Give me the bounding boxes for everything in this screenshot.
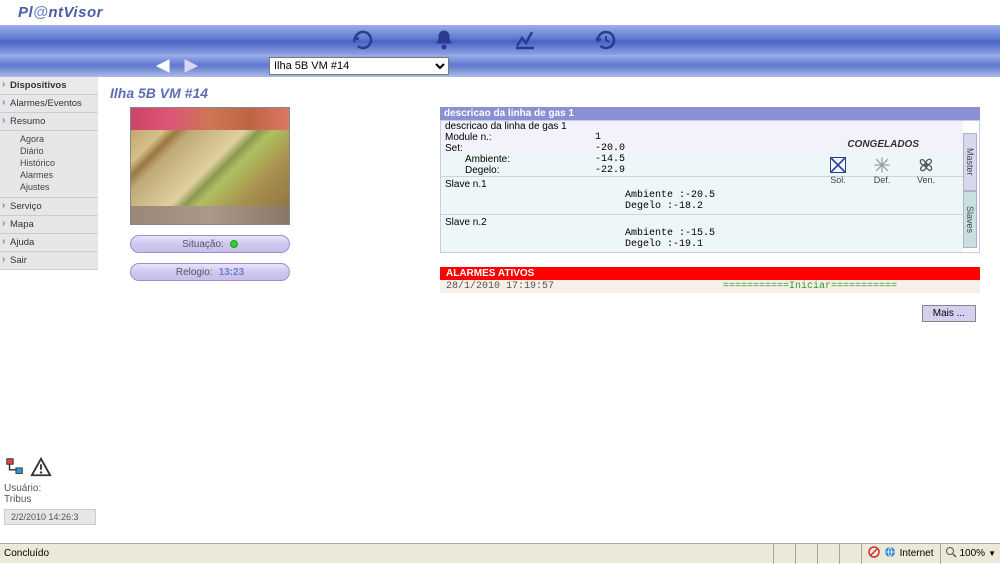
def-icon[interactable]: Def. [867, 155, 897, 185]
network-icon [4, 456, 26, 481]
device-summary-col: Situação: Relogio: 13:23 [130, 107, 290, 281]
set-label: Set: [445, 143, 595, 154]
logo-pre: Pl [18, 4, 33, 21]
sidebar-item-resumo[interactable]: Resumo [0, 113, 98, 131]
browser-statusbar: Concluído Internet 100% ▼ [0, 543, 1000, 563]
slave-2-block: Slave n.2 Ambiente :-15.5 Degelo :-19.1 [441, 214, 963, 252]
refresh-icon[interactable] [350, 27, 376, 53]
globe-icon [884, 546, 896, 561]
app-logo: Pl@ntVisor [0, 4, 103, 21]
user-panel: Usuário: Tribus 2/2/2010 14:26:3 [4, 456, 96, 525]
status-dot-icon [230, 240, 238, 248]
panel-header: descricao da linha de gas 1 [440, 107, 980, 120]
module-value: 1 [595, 132, 715, 143]
clock-label: Relogio: [176, 267, 213, 278]
chevron-down-icon[interactable]: ▼ [988, 549, 996, 558]
deg-value: -22.9 [595, 165, 715, 176]
slave-1-amb: Ambiente :-20.5 [625, 190, 959, 201]
blocked-icon [868, 546, 880, 561]
zoom-icon [945, 546, 957, 561]
user-name: Tribus [4, 494, 96, 505]
main-content: Ilha 5B VM #14 Situação: Relogio: 13:23 … [100, 77, 998, 541]
clock-value: 13:23 [219, 267, 245, 278]
user-timestamp: 2/2/2010 14:26:3 [4, 509, 96, 525]
amb-label: Ambiente: [445, 154, 595, 165]
bell-icon[interactable] [431, 27, 457, 53]
alarm-panel: ALARMES ATIVOS 28/1/2010 17:19:57 ======… [440, 267, 980, 293]
chart-icon[interactable] [512, 27, 538, 53]
status-cell [817, 544, 839, 564]
nav-row: Ilha 5B VM #14 [0, 55, 1000, 77]
page-title: Ilha 5B VM #14 [110, 85, 988, 101]
sidebar-item-mapa[interactable]: Mapa [0, 216, 98, 234]
warning-icon [30, 456, 52, 481]
ven-icon[interactable]: Ven. [911, 155, 941, 185]
prev-arrow-icon[interactable] [155, 59, 175, 73]
status-text: Concluído [0, 548, 773, 559]
slave-1-deg: Degelo :-18.2 [625, 201, 959, 212]
status-cell [795, 544, 817, 564]
status-cell [839, 544, 861, 564]
sidebar-sub-diario[interactable]: Diário [20, 145, 94, 157]
alarm-header: ALARMES ATIVOS [440, 267, 980, 280]
sol-icon[interactable]: Sol. [823, 155, 853, 185]
amb-value: -14.5 [595, 154, 715, 165]
sidebar-item-sair[interactable]: Sair [0, 252, 98, 270]
set-value: -20.0 [595, 143, 715, 154]
sidebar-item-alarmes[interactable]: Alarmes/Eventos [0, 95, 98, 113]
slave-2-title: Slave n.2 [445, 217, 959, 228]
user-label: Usuário: [4, 483, 96, 494]
module-label: Module n.: [445, 132, 595, 143]
slave-2-amb: Ambiente :-15.5 [625, 228, 959, 239]
security-zone[interactable]: Internet [861, 544, 940, 564]
alarm-message: ===========Iniciar=========== [646, 281, 974, 292]
sidebar-item-servico[interactable]: Serviço [0, 198, 98, 216]
congelados-label: CONGELADOS [847, 139, 919, 150]
zone-label: Internet [900, 548, 934, 559]
situation-pill: Situação: [130, 235, 290, 253]
main-toolbar [0, 25, 1000, 55]
status-cell [773, 544, 795, 564]
history-icon[interactable] [593, 27, 619, 53]
deg-label: Degelo: [445, 165, 595, 176]
tab-master[interactable]: Master [963, 133, 977, 191]
device-select[interactable]: Ilha 5B VM #14 [269, 57, 449, 75]
tab-slaves[interactable]: Slaves [963, 191, 977, 248]
more-button[interactable]: Mais ... [922, 305, 976, 322]
desc-line: descricao da linha de gas 1 [445, 121, 595, 132]
clock-pill: Relogio: 13:23 [130, 263, 290, 281]
data-panel: descricao da linha de gas 1 CONGELADOS S… [440, 107, 980, 253]
sidebar-sub-agora[interactable]: Agora [20, 133, 94, 145]
sidebar-sub-historico[interactable]: Histórico [20, 157, 94, 169]
sidebar-item-dispositivos[interactable]: Dispositivos [0, 77, 98, 95]
zoom-control[interactable]: 100% ▼ [940, 544, 1000, 564]
logo-post: ntVisor [48, 4, 103, 21]
device-image [130, 107, 290, 225]
slave-2-deg: Degelo :-19.1 [625, 239, 959, 250]
alarm-date: 28/1/2010 17:19:57 [446, 281, 646, 292]
next-arrow-icon[interactable] [179, 59, 199, 73]
logo-at: @ [33, 4, 48, 21]
sidebar-subitems: Agora Diário Histórico Alarmes Ajustes [0, 131, 98, 198]
sidebar-sub-ajustes[interactable]: Ajustes [20, 181, 94, 193]
zoom-value: 100% [960, 548, 986, 559]
sidebar: Dispositivos Alarmes/Eventos Resumo Agor… [0, 77, 98, 270]
sidebar-sub-alarmes[interactable]: Alarmes [20, 169, 94, 181]
sidebar-item-ajuda[interactable]: Ajuda [0, 234, 98, 252]
situation-label: Situação: [182, 239, 224, 250]
action-icons: Sol. Def. Ven. [823, 155, 941, 185]
